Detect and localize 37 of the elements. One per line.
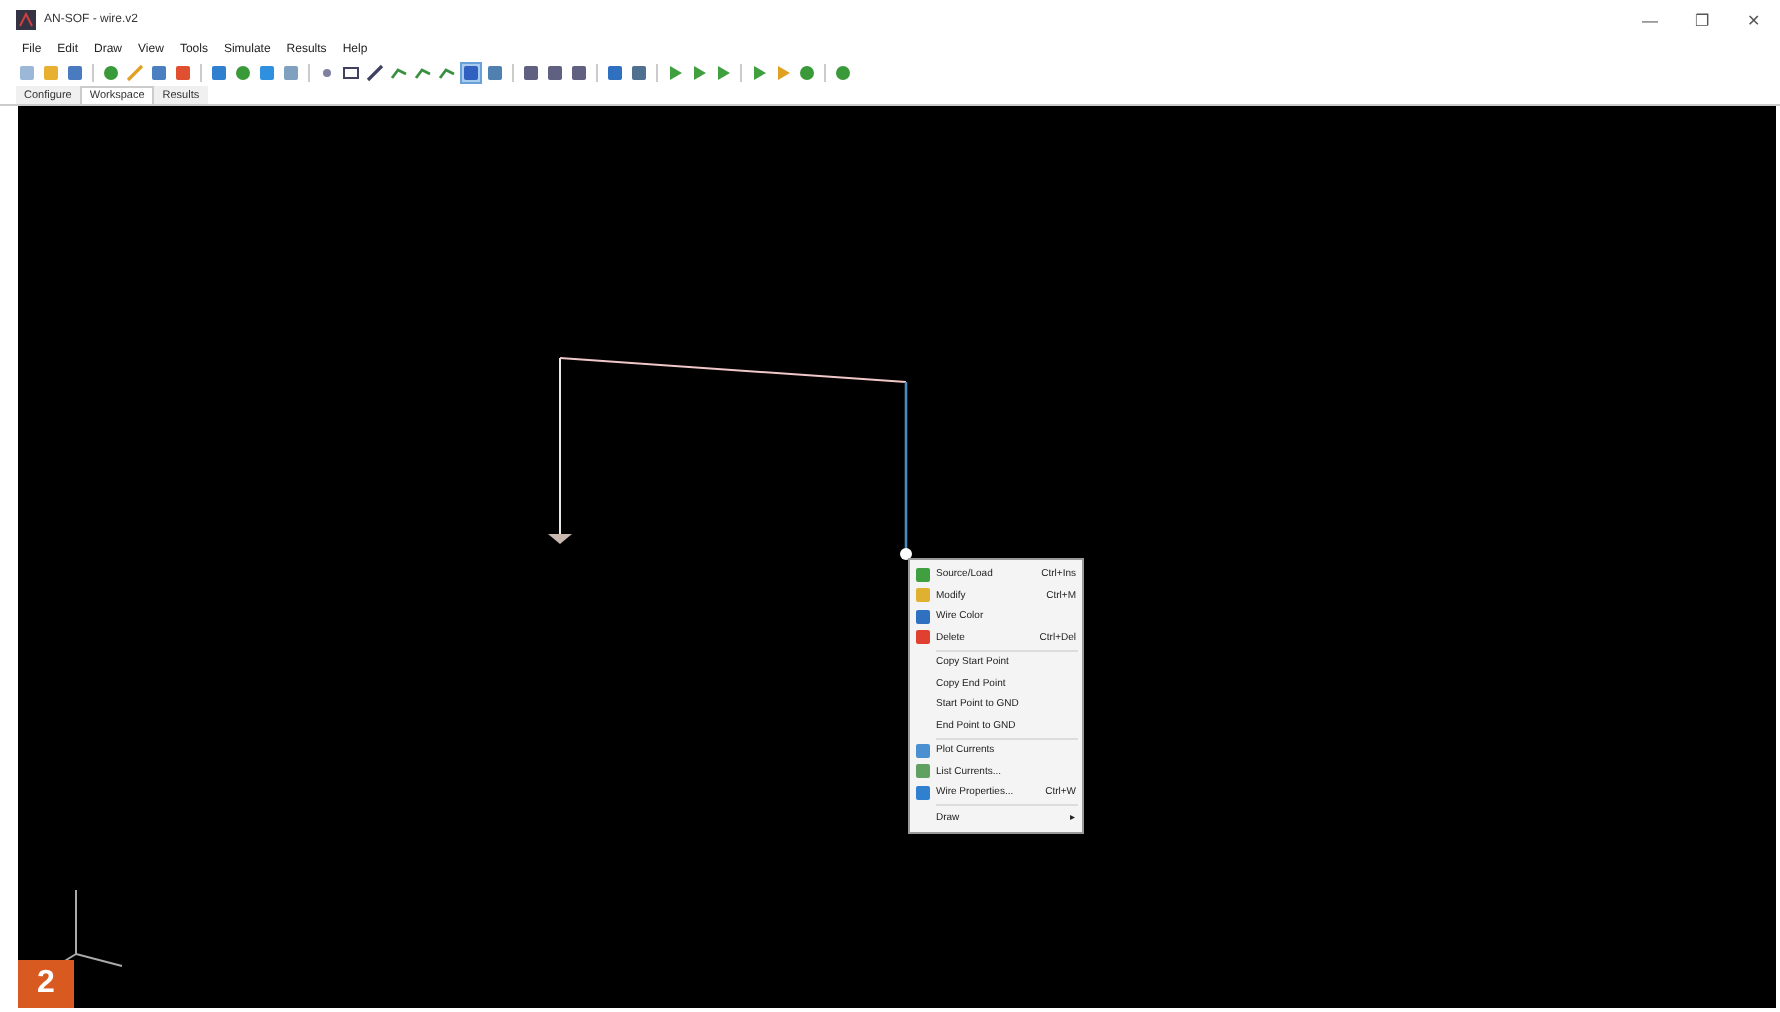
square-icon (606, 64, 624, 82)
toolbar-button[interactable] (520, 62, 542, 84)
toolbar-button[interactable] (64, 62, 86, 84)
square-icon (570, 64, 588, 82)
app-icon (16, 10, 36, 30)
toolbar-button[interactable] (628, 62, 650, 84)
line-icon (366, 64, 384, 82)
circle-icon (102, 64, 120, 82)
circle-icon (798, 64, 816, 82)
circle-icon (234, 64, 252, 82)
square-icon (462, 64, 480, 82)
figure-badge: 2 (18, 960, 74, 1008)
rectangle-icon (342, 64, 360, 82)
circle-icon (834, 64, 852, 82)
window-control-button[interactable]: — (1624, 11, 1676, 29)
toolbar-button[interactable] (544, 62, 566, 84)
square-icon (630, 64, 648, 82)
window-control-button[interactable]: ❐ (1676, 11, 1728, 29)
window-control-button[interactable]: ✕ (1728, 11, 1780, 29)
toolbar-button[interactable] (340, 62, 362, 84)
square-icon (282, 64, 300, 82)
toolbar-button[interactable] (604, 62, 626, 84)
dot-icon (318, 64, 336, 82)
toolbar-button[interactable] (364, 62, 386, 84)
folder-icon (42, 64, 60, 82)
line-icon (126, 64, 144, 82)
square-icon (210, 64, 228, 82)
square-icon (174, 64, 192, 82)
square-icon (150, 64, 168, 82)
square-icon (66, 64, 84, 82)
square-icon (258, 64, 276, 82)
toolbar-button[interactable] (568, 62, 590, 84)
toolbar-button[interactable] (484, 62, 506, 84)
square-icon (546, 64, 564, 82)
square-icon (522, 64, 540, 82)
square-icon (486, 64, 504, 82)
page-icon (18, 64, 36, 82)
